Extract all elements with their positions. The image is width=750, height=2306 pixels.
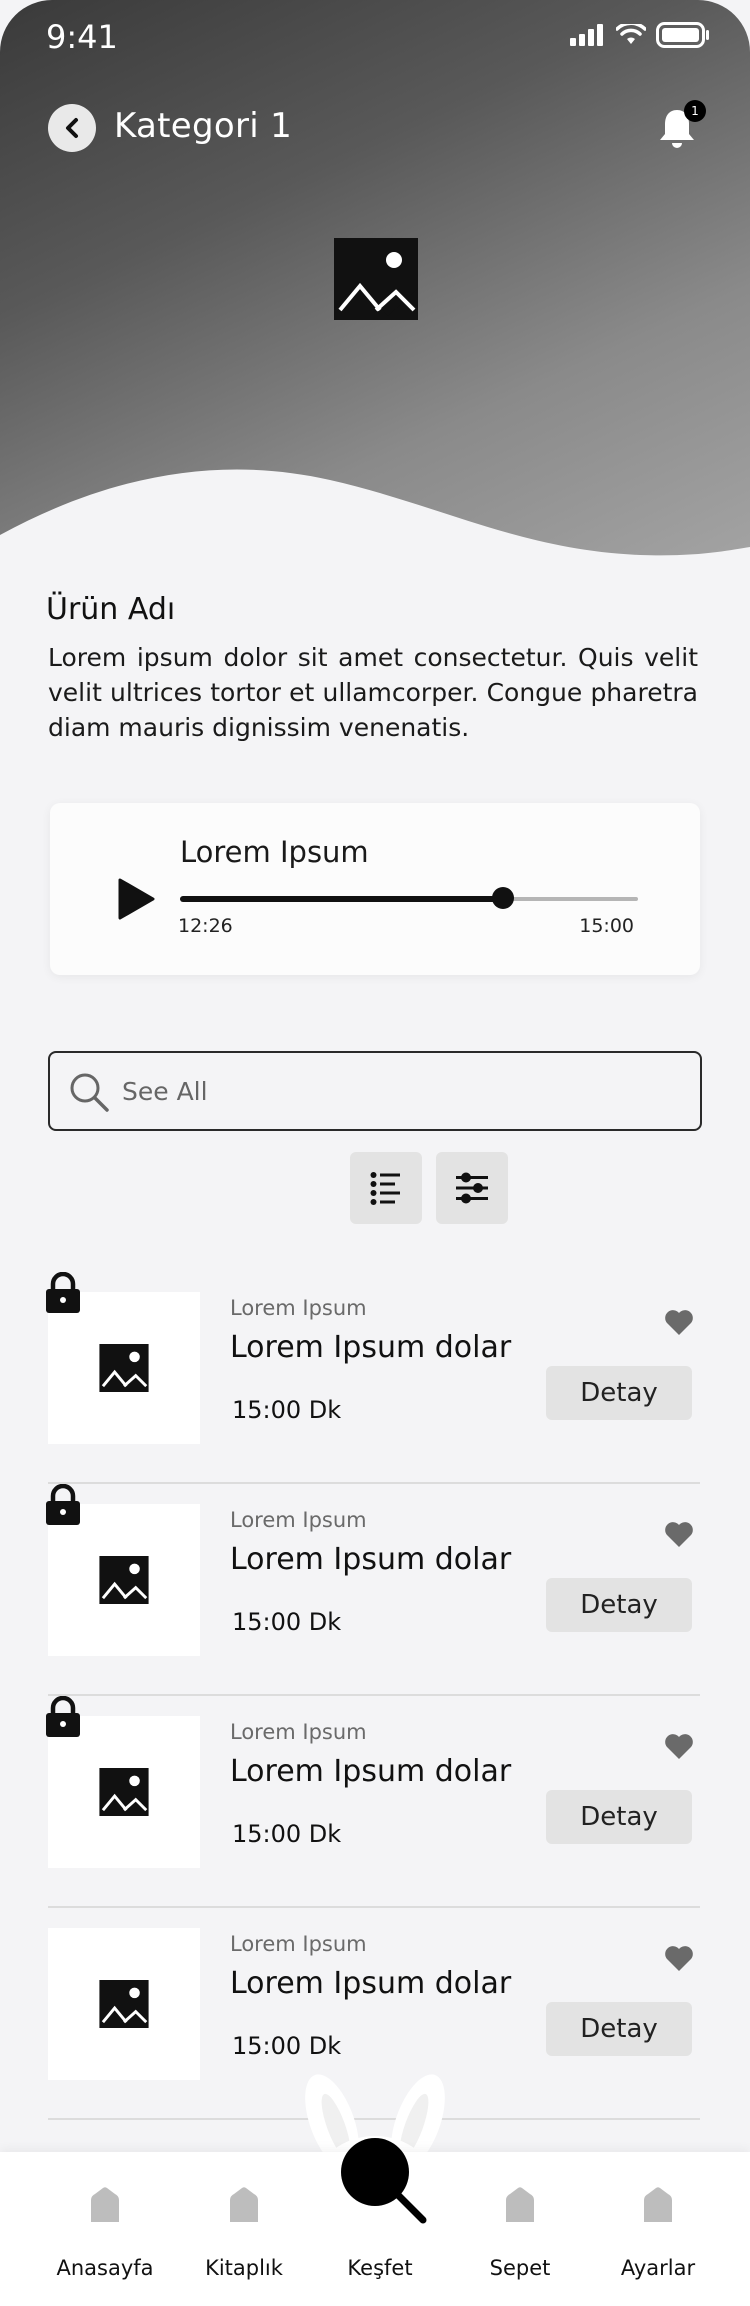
- search-input[interactable]: [122, 1073, 662, 1109]
- heart-icon[interactable]: [664, 1732, 694, 1760]
- nav-item-anasayfa[interactable]: Anasayfa: [30, 2152, 180, 2306]
- list-item[interactable]: Lorem Ipsum Lorem Ipsum dolar 15:00 Dk D…: [46, 1272, 700, 1484]
- bottom-navigation: Anasayfa Kitaplık Keşfet Sepet Ayarlar: [0, 2138, 750, 2306]
- nav-label: Sepet: [489, 2256, 551, 2280]
- detail-button[interactable]: Detay: [546, 1790, 692, 1844]
- item-title: Lorem Ipsum dolar: [230, 1330, 512, 1365]
- list-item[interactable]: Lorem Ipsum Lorem Ipsum dolar 15:00 Dk D…: [46, 1696, 700, 1908]
- home-icon: [91, 2187, 119, 2222]
- item-subtitle: Lorem Ipsum: [230, 1296, 367, 1320]
- lock-icon: [46, 1272, 80, 1313]
- progress-fill: [180, 896, 503, 902]
- nav-label: Keşfet: [347, 2256, 413, 2280]
- detail-button[interactable]: Detay: [546, 2002, 692, 2056]
- wifi-icon: [616, 24, 646, 44]
- phone-screen: 9:41 Kategori 1 1 Ürün Adı Lorem ipsum d…: [0, 0, 750, 2306]
- item-thumbnail: [48, 1292, 200, 1444]
- notification-badge: 1: [684, 100, 706, 122]
- item-title: Lorem Ipsum dolar: [230, 1542, 512, 1577]
- battery-icon: [656, 22, 709, 48]
- page-title: Kategori 1: [114, 106, 293, 146]
- heart-icon[interactable]: [664, 1520, 694, 1548]
- home-icon: [230, 2187, 258, 2222]
- status-time: 9:41: [46, 18, 118, 56]
- total-time: 15:00: [579, 915, 634, 937]
- player-title: Lorem Ipsum: [180, 835, 369, 869]
- product-description: Lorem ipsum dolor sit amet consectetur. …: [48, 643, 698, 742]
- signal-icon: [570, 24, 603, 46]
- home-icon: [644, 2187, 672, 2222]
- item-duration: 15:00 Dk: [232, 1608, 342, 1636]
- list-view-button[interactable]: [350, 1152, 422, 1224]
- progress-knob[interactable]: [491, 887, 514, 909]
- item-subtitle: Lorem Ipsum: [230, 1720, 367, 1744]
- nav-label: Anasayfa: [56, 2256, 154, 2280]
- nav-item-ayarlar[interactable]: Ayarlar: [583, 2152, 733, 2306]
- nav-label: Ayarlar: [620, 2256, 696, 2280]
- heart-icon[interactable]: [664, 1944, 694, 1972]
- item-thumbnail: [48, 1716, 200, 1868]
- back-button[interactable]: [48, 104, 96, 152]
- home-icon: [506, 2187, 534, 2222]
- image-placeholder-icon: [99, 1980, 149, 2028]
- progress-slider[interactable]: [180, 887, 638, 909]
- item-subtitle: Lorem Ipsum: [230, 1508, 367, 1532]
- heart-icon[interactable]: [664, 1308, 694, 1336]
- image-placeholder-icon: [99, 1556, 149, 1604]
- hero-wave: [0, 469, 750, 575]
- search-bar: [48, 1051, 702, 1131]
- play-icon[interactable]: [116, 877, 156, 921]
- image-placeholder-icon: [99, 1768, 149, 1816]
- search-icon: [70, 1073, 109, 1112]
- item-duration: 15:00 Dk: [232, 2032, 342, 2060]
- current-time: 12:26: [178, 915, 233, 937]
- filter-button[interactable]: [436, 1152, 508, 1224]
- detail-button[interactable]: Detay: [546, 1578, 692, 1632]
- image-placeholder-icon: [99, 1344, 149, 1392]
- item-thumbnail: [48, 1504, 200, 1656]
- nav-item-kitaplik[interactable]: Kitaplık: [169, 2152, 319, 2306]
- item-duration: 15:00 Dk: [232, 1396, 342, 1424]
- item-title: Lorem Ipsum dolar: [230, 1966, 512, 2001]
- item-thumbnail: [48, 1928, 200, 2080]
- audio-player: Lorem Ipsum 12:26 15:00: [50, 803, 700, 975]
- lock-icon: [46, 1484, 80, 1525]
- product-name: Ürün Adı: [46, 592, 176, 627]
- nav-label: Kitaplık: [205, 2256, 283, 2280]
- detail-button[interactable]: Detay: [546, 1366, 692, 1420]
- lock-icon: [46, 1696, 80, 1737]
- sliders-icon: [456, 1172, 488, 1204]
- search-icon: [341, 2138, 427, 2224]
- item-title: Lorem Ipsum dolar: [230, 1754, 512, 1789]
- list-icon: [370, 1172, 400, 1205]
- nav-item-sepet[interactable]: Sepet: [445, 2152, 595, 2306]
- notification-button[interactable]: 1: [654, 100, 706, 150]
- item-duration: 15:00 Dk: [232, 1820, 342, 1848]
- nav-item-kesfet[interactable]: Keşfet: [305, 2138, 455, 2306]
- image-placeholder-icon: [334, 238, 418, 320]
- status-icons: [570, 22, 710, 48]
- list-item[interactable]: Lorem Ipsum Lorem Ipsum dolar 15:00 Dk D…: [46, 1484, 700, 1696]
- item-subtitle: Lorem Ipsum: [230, 1932, 367, 1956]
- chevron-left-icon: [66, 118, 78, 138]
